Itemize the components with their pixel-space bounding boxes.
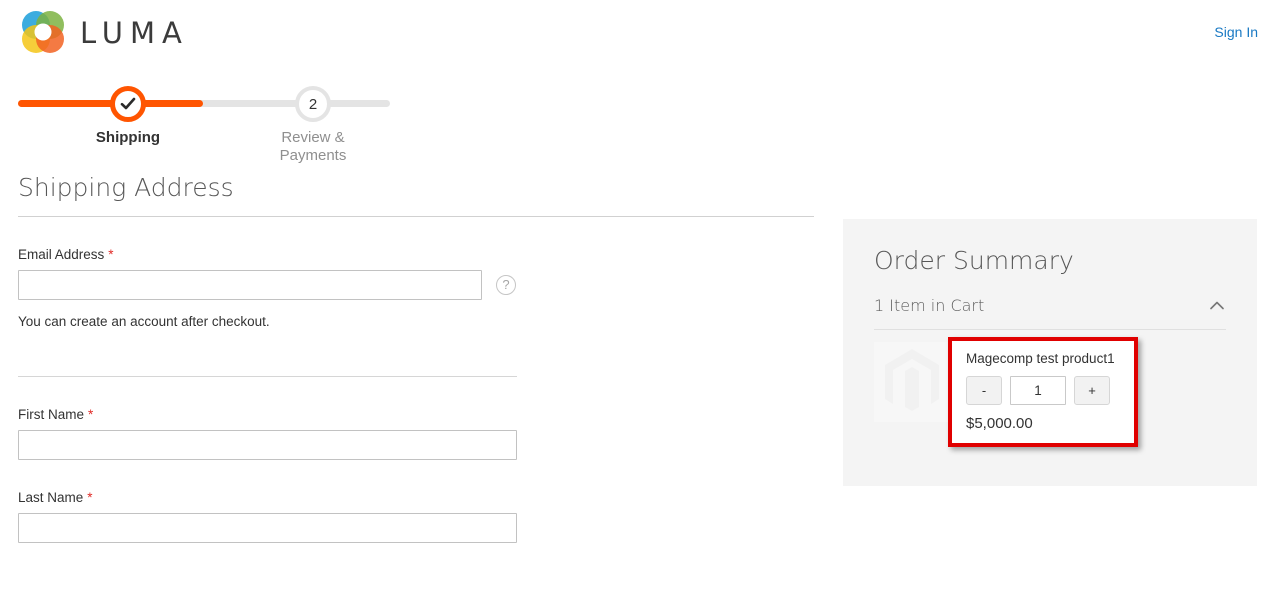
first-name-label-text: First Name [18,407,85,422]
email-input[interactable] [18,270,482,300]
check-icon [120,97,136,110]
email-field-group: Email Address * ? You can create an accou… [18,247,818,330]
first-name-field-group: First Name * [18,407,818,460]
first-name-required-mark: * [88,407,94,422]
shipping-address-form: Shipping Address Email Address * ? You ca… [18,172,818,543]
qty-decrement-button[interactable]: - [966,376,1002,405]
cart-item-name: Magecomp test product1 [966,351,1115,366]
sign-in-link[interactable]: Sign In [1214,24,1258,40]
cart-items-toggle[interactable]: 1 Item in Cart [874,296,1226,330]
step-bullet-complete [110,86,146,122]
order-summary-panel: Order Summary 1 Item in Cart Magecomp te… [843,219,1257,486]
progress-step-review-payments[interactable]: 2 Review & Payments [248,86,378,165]
email-helper-text: You can create an account after checkout… [18,314,270,329]
progress-step-label-shipping: Shipping [95,129,161,146]
cart-item-row: Magecomp test product1 - + $5,000.00 [874,337,1226,450]
cart-item-count: 1 Item in Cart [874,296,985,315]
site-logo[interactable]: LUMA [18,8,189,58]
step-number: 2 [308,95,318,113]
qty-highlight-box: Magecomp test product1 - + $5,000.00 [948,337,1138,447]
order-summary-title: Order Summary [874,246,1074,275]
email-required-mark: * [108,247,114,262]
page-header: LUMA Sign In [0,0,1276,70]
luma-circles-logo-icon [18,8,68,58]
email-control-row: ? [18,270,818,300]
magento-hexagon-placeholder-icon [874,342,949,422]
brand-wordmark: LUMA [80,15,189,50]
title-divider [18,216,814,217]
question-mark-icon[interactable]: ? [496,275,516,295]
form-section-divider [18,376,517,377]
email-field-label: Email Address * [18,247,818,263]
last-name-input[interactable] [18,513,517,543]
first-name-field-label: First Name * [18,407,818,423]
qty-input[interactable] [1010,376,1066,405]
checkout-progress-bar: Shipping 2 Review & Payments [18,86,390,164]
progress-step-label-review-payments: Review & Payments [279,129,347,164]
progress-step-shipping[interactable]: Shipping [63,86,193,147]
last-name-field-group: Last Name * [18,490,818,543]
page-title: Shipping Address [18,173,234,202]
qty-increment-button[interactable]: + [1074,376,1110,405]
cart-item-price: $5,000.00 [966,415,1033,432]
quantity-stepper: - + [966,376,1124,405]
last-name-label-text: Last Name [18,490,84,505]
chevron-up-icon[interactable] [1210,301,1224,310]
first-name-input[interactable] [18,430,517,460]
step-bullet-pending: 2 [295,86,331,122]
email-label-text: Email Address [18,247,105,262]
last-name-field-label: Last Name * [18,490,818,506]
last-name-required-mark: * [87,490,93,505]
